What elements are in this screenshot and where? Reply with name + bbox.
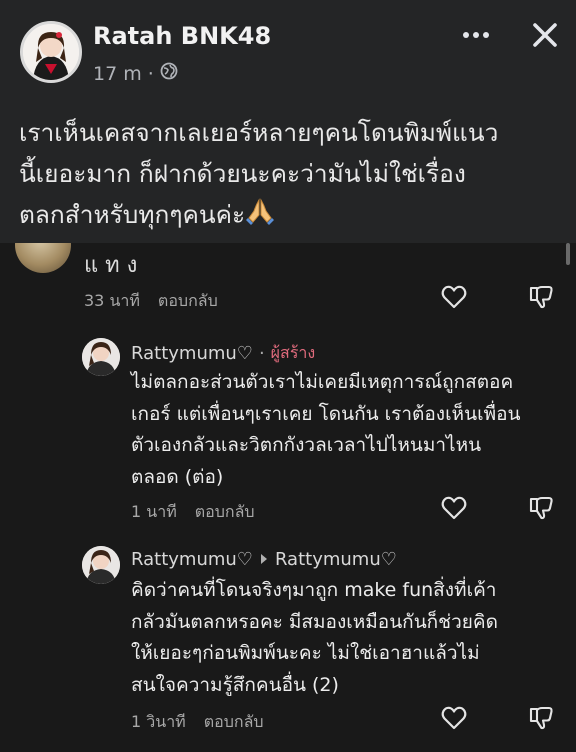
comment-header: Rattymumu♡ Rattymumu♡ [131,549,397,570]
dislike-icon[interactable] [526,282,556,312]
comments-section[interactable]: แทง 33 นาที ตอบกลับ Rattymumu♡ · ผู้สร้า… [0,243,576,752]
post-meta: 17 m · [93,62,178,85]
comment-text: ไม่ตลกอะส่วนตัวเราไม่เคยมีเหตุการณ์ถูกสต… [131,367,571,493]
comment-meta: 1 นาที ตอบกลับ [131,500,255,525]
reply-button[interactable]: ตอบกลับ [158,289,218,314]
author-avatar[interactable] [20,21,82,83]
header-separator: · [258,343,265,364]
comment-header: Rattymumu♡ · ผู้สร้าง [131,341,315,366]
dislike-icon[interactable] [526,493,556,523]
comment-line: ตัวเองกลัวและวิตกกังวลเวลาไปไหนมาไหน [131,434,482,456]
reply-button[interactable]: ตอบกลับ [204,710,264,735]
comment-line: กลัวมันตลกหรอคะ มีสมองเหมือนกันก็ช่วยคิด [131,610,498,633]
globe-icon [160,62,178,85]
post-text-line: ตลกสำหรับทุกๆคนค่ะ [19,194,559,238]
post-text-line: เราเห็นเคสจากเลเยอร์หลายๆคนโดนพิมพ์แนว [19,118,499,147]
commenter-name[interactable]: Rattymumu♡ [131,549,253,570]
close-icon[interactable] [528,18,562,52]
meta-separator: · [147,62,154,85]
post-card: Ratah BNK48 17 m · เราเห็นเคสจากเลเยอร์ห… [0,0,576,243]
comment-meta: 33 นาที ตอบกลับ [84,289,218,314]
comment-time[interactable]: 33 นาที [84,289,140,314]
post-text: เราเห็นเคสจากเลเยอร์หลายๆคนโดนพิมพ์แนว น… [19,112,559,238]
dislike-icon[interactable] [526,703,556,733]
post-text-line: นี้เยอะมาก ก็ฝากด้วยนะคะว่ามันไม่ใช่เรื่… [19,159,466,188]
commenter-avatar[interactable] [82,338,120,376]
comment-text: แทง [84,253,145,278]
more-options-icon[interactable] [456,22,496,48]
reply-to-name[interactable]: Rattymumu♡ [275,549,397,570]
reply-button[interactable]: ตอบกลับ [195,500,255,525]
author-name[interactable]: Ratah BNK48 [93,22,271,50]
scrollbar[interactable] [566,243,570,265]
reply-arrow-icon [259,549,269,570]
comment-line: ตลอด (ต่อ) [131,465,224,488]
comment-line: คิดว่าคนที่โดนจริงๆมาถูก make funสิ่งที่… [131,579,497,601]
commenter-name[interactable]: Rattymumu♡ [131,343,253,364]
like-icon[interactable] [439,282,469,312]
comment-text: คิดว่าคนที่โดนจริงๆมาถูก make funสิ่งที่… [131,575,571,701]
post-time[interactable]: 17 m [93,63,142,85]
commenter-avatar[interactable] [15,243,71,273]
comment-time[interactable]: 1 วินาที [131,710,186,735]
like-icon[interactable] [439,703,469,733]
like-icon[interactable] [439,493,469,523]
praying-hands-icon [245,196,275,238]
comment-line: ให้เยอะๆก่อนพิมพ์นะคะ ไม่ใช่เอาฮาแล้วไม่ [131,642,480,664]
commenter-avatar[interactable] [82,546,120,584]
creator-badge: ผู้สร้าง [270,343,316,362]
comment-line: สนใจความรู้สึกคนอื่น (2) [131,673,339,696]
comment-line: ไม่ตลกอะส่วนตัวเราไม่เคยมีเหตุการณ์ถูกสต… [131,371,514,393]
comment-line: เกอร์ แต่เพื่อนๆเราเคย โดนกัน เราต้องเห็… [131,402,521,425]
comment-time[interactable]: 1 นาที [131,500,177,525]
comment-meta: 1 วินาที ตอบกลับ [131,710,264,735]
